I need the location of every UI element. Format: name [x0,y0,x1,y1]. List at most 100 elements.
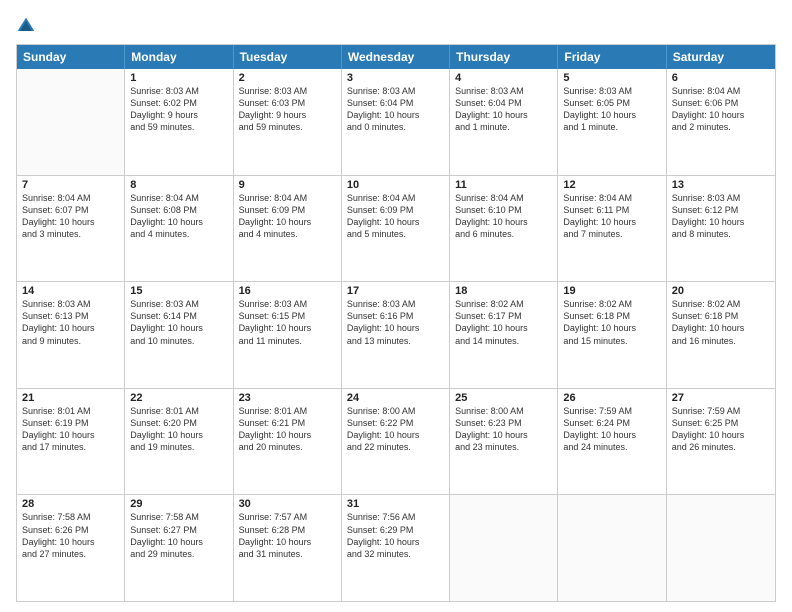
calendar-cell: 25Sunrise: 8:00 AM Sunset: 6:23 PM Dayli… [450,389,558,495]
calendar-cell: 13Sunrise: 8:03 AM Sunset: 6:12 PM Dayli… [667,176,775,282]
day-number: 14 [22,285,119,297]
calendar-body: 1Sunrise: 8:03 AM Sunset: 6:02 PM Daylig… [17,69,775,601]
calendar-week-4: 21Sunrise: 8:01 AM Sunset: 6:19 PM Dayli… [17,389,775,496]
day-number: 10 [347,179,444,191]
calendar-cell [667,495,775,601]
day-number: 20 [672,285,770,297]
header-cell-monday: Monday [125,45,233,69]
day-number: 22 [130,392,227,404]
calendar-cell: 1Sunrise: 8:03 AM Sunset: 6:02 PM Daylig… [125,69,233,175]
day-number: 3 [347,72,444,84]
calendar-week-2: 7Sunrise: 8:04 AM Sunset: 6:07 PM Daylig… [17,176,775,283]
cell-info: Sunrise: 7:59 AM Sunset: 6:24 PM Dayligh… [563,405,660,454]
calendar-cell [558,495,666,601]
day-number: 30 [239,498,336,510]
logo [16,16,40,36]
calendar-cell: 12Sunrise: 8:04 AM Sunset: 6:11 PM Dayli… [558,176,666,282]
calendar-cell: 6Sunrise: 8:04 AM Sunset: 6:06 PM Daylig… [667,69,775,175]
calendar-header-row: SundayMondayTuesdayWednesdayThursdayFrid… [17,45,775,69]
cell-info: Sunrise: 8:04 AM Sunset: 6:10 PM Dayligh… [455,192,552,241]
calendar-cell: 23Sunrise: 8:01 AM Sunset: 6:21 PM Dayli… [234,389,342,495]
calendar-cell: 24Sunrise: 8:00 AM Sunset: 6:22 PM Dayli… [342,389,450,495]
cell-info: Sunrise: 8:00 AM Sunset: 6:23 PM Dayligh… [455,405,552,454]
day-number: 25 [455,392,552,404]
calendar-cell: 8Sunrise: 8:04 AM Sunset: 6:08 PM Daylig… [125,176,233,282]
cell-info: Sunrise: 8:01 AM Sunset: 6:19 PM Dayligh… [22,405,119,454]
cell-info: Sunrise: 8:04 AM Sunset: 6:08 PM Dayligh… [130,192,227,241]
calendar-cell: 17Sunrise: 8:03 AM Sunset: 6:16 PM Dayli… [342,282,450,388]
calendar-cell: 27Sunrise: 7:59 AM Sunset: 6:25 PM Dayli… [667,389,775,495]
day-number: 7 [22,179,119,191]
calendar-cell: 29Sunrise: 7:58 AM Sunset: 6:27 PM Dayli… [125,495,233,601]
cell-info: Sunrise: 8:04 AM Sunset: 6:06 PM Dayligh… [672,85,770,134]
header-cell-sunday: Sunday [17,45,125,69]
calendar-cell: 3Sunrise: 8:03 AM Sunset: 6:04 PM Daylig… [342,69,450,175]
day-number: 11 [455,179,552,191]
calendar-week-5: 28Sunrise: 7:58 AM Sunset: 6:26 PM Dayli… [17,495,775,601]
logo-icon [16,16,36,36]
day-number: 21 [22,392,119,404]
day-number: 18 [455,285,552,297]
calendar-cell: 2Sunrise: 8:03 AM Sunset: 6:03 PM Daylig… [234,69,342,175]
day-number: 9 [239,179,336,191]
cell-info: Sunrise: 8:01 AM Sunset: 6:21 PM Dayligh… [239,405,336,454]
day-number: 2 [239,72,336,84]
day-number: 26 [563,392,660,404]
cell-info: Sunrise: 8:03 AM Sunset: 6:14 PM Dayligh… [130,298,227,347]
calendar-cell: 11Sunrise: 8:04 AM Sunset: 6:10 PM Dayli… [450,176,558,282]
cell-info: Sunrise: 8:04 AM Sunset: 6:07 PM Dayligh… [22,192,119,241]
day-number: 29 [130,498,227,510]
calendar-cell: 4Sunrise: 8:03 AM Sunset: 6:04 PM Daylig… [450,69,558,175]
day-number: 13 [672,179,770,191]
header-cell-friday: Friday [558,45,666,69]
calendar-cell: 9Sunrise: 8:04 AM Sunset: 6:09 PM Daylig… [234,176,342,282]
day-number: 15 [130,285,227,297]
calendar-cell: 20Sunrise: 8:02 AM Sunset: 6:18 PM Dayli… [667,282,775,388]
calendar-cell: 18Sunrise: 8:02 AM Sunset: 6:17 PM Dayli… [450,282,558,388]
calendar-cell: 28Sunrise: 7:58 AM Sunset: 6:26 PM Dayli… [17,495,125,601]
cell-info: Sunrise: 7:58 AM Sunset: 6:26 PM Dayligh… [22,511,119,560]
cell-info: Sunrise: 7:59 AM Sunset: 6:25 PM Dayligh… [672,405,770,454]
cell-info: Sunrise: 8:04 AM Sunset: 6:09 PM Dayligh… [239,192,336,241]
day-number: 16 [239,285,336,297]
day-number: 17 [347,285,444,297]
cell-info: Sunrise: 7:57 AM Sunset: 6:28 PM Dayligh… [239,511,336,560]
day-number: 27 [672,392,770,404]
cell-info: Sunrise: 8:03 AM Sunset: 6:03 PM Dayligh… [239,85,336,134]
calendar-cell: 21Sunrise: 8:01 AM Sunset: 6:19 PM Dayli… [17,389,125,495]
day-number: 24 [347,392,444,404]
cell-info: Sunrise: 7:58 AM Sunset: 6:27 PM Dayligh… [130,511,227,560]
cell-info: Sunrise: 8:03 AM Sunset: 6:16 PM Dayligh… [347,298,444,347]
cell-info: Sunrise: 8:02 AM Sunset: 6:17 PM Dayligh… [455,298,552,347]
cell-info: Sunrise: 8:03 AM Sunset: 6:04 PM Dayligh… [455,85,552,134]
day-number: 5 [563,72,660,84]
calendar-cell: 22Sunrise: 8:01 AM Sunset: 6:20 PM Dayli… [125,389,233,495]
day-number: 12 [563,179,660,191]
cell-info: Sunrise: 8:04 AM Sunset: 6:11 PM Dayligh… [563,192,660,241]
calendar-cell: 19Sunrise: 8:02 AM Sunset: 6:18 PM Dayli… [558,282,666,388]
day-number: 6 [672,72,770,84]
calendar-cell: 26Sunrise: 7:59 AM Sunset: 6:24 PM Dayli… [558,389,666,495]
calendar: SundayMondayTuesdayWednesdayThursdayFrid… [16,44,776,602]
day-number: 19 [563,285,660,297]
calendar-cell: 10Sunrise: 8:04 AM Sunset: 6:09 PM Dayli… [342,176,450,282]
cell-info: Sunrise: 8:02 AM Sunset: 6:18 PM Dayligh… [672,298,770,347]
cell-info: Sunrise: 8:02 AM Sunset: 6:18 PM Dayligh… [563,298,660,347]
header [16,16,776,36]
calendar-cell: 15Sunrise: 8:03 AM Sunset: 6:14 PM Dayli… [125,282,233,388]
calendar-cell: 5Sunrise: 8:03 AM Sunset: 6:05 PM Daylig… [558,69,666,175]
calendar-cell: 31Sunrise: 7:56 AM Sunset: 6:29 PM Dayli… [342,495,450,601]
cell-info: Sunrise: 8:03 AM Sunset: 6:04 PM Dayligh… [347,85,444,134]
day-number: 31 [347,498,444,510]
header-cell-thursday: Thursday [450,45,558,69]
cell-info: Sunrise: 8:04 AM Sunset: 6:09 PM Dayligh… [347,192,444,241]
calendar-cell: 30Sunrise: 7:57 AM Sunset: 6:28 PM Dayli… [234,495,342,601]
cell-info: Sunrise: 7:56 AM Sunset: 6:29 PM Dayligh… [347,511,444,560]
cell-info: Sunrise: 8:01 AM Sunset: 6:20 PM Dayligh… [130,405,227,454]
calendar-cell: 16Sunrise: 8:03 AM Sunset: 6:15 PM Dayli… [234,282,342,388]
day-number: 23 [239,392,336,404]
day-number: 4 [455,72,552,84]
cell-info: Sunrise: 8:03 AM Sunset: 6:05 PM Dayligh… [563,85,660,134]
calendar-cell [17,69,125,175]
calendar-cell: 7Sunrise: 8:04 AM Sunset: 6:07 PM Daylig… [17,176,125,282]
